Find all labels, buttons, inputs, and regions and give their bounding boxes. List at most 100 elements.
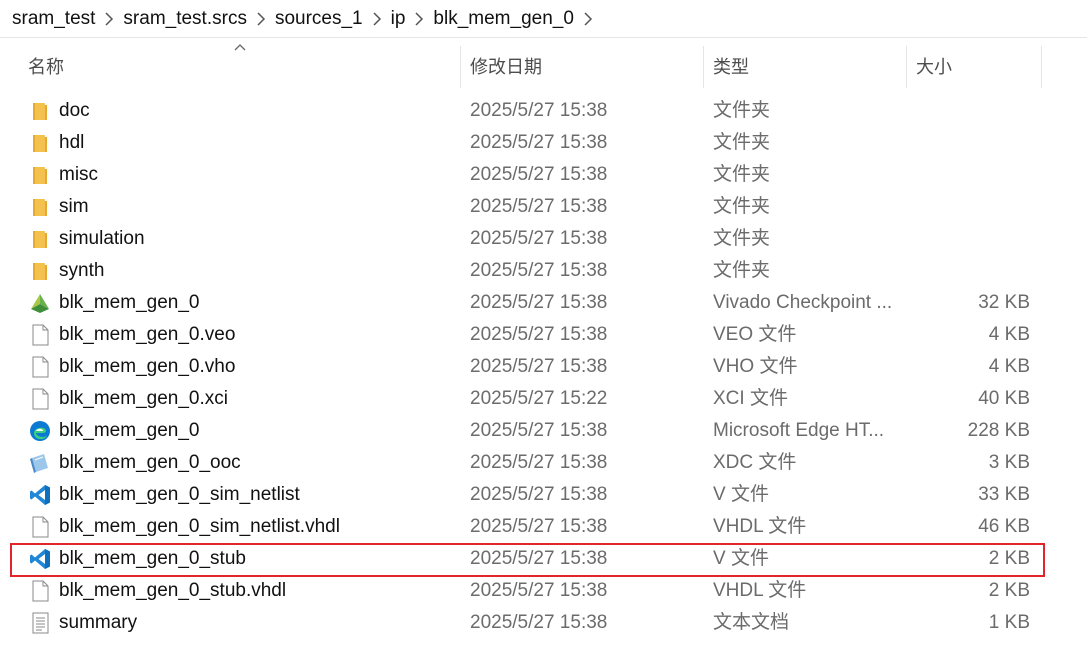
breadcrumb-item-sram-test-srcs[interactable]: sram_test.srcs: [123, 8, 247, 30]
file-date: 2025/5/27 15:38: [470, 132, 608, 153]
vscode-icon: [29, 484, 51, 506]
file-date: 2025/5/27 15:38: [470, 548, 608, 569]
file-name: simulation: [59, 228, 145, 249]
file-name: blk_mem_gen_0_stub.vhdl: [59, 580, 287, 601]
file-size: 33 KB: [978, 484, 1030, 505]
file-type: VHO 文件: [713, 356, 798, 377]
file-type: 文件夹: [713, 100, 771, 121]
file-type: VHDL 文件: [713, 580, 807, 601]
column-header-type[interactable]: 类型: [713, 44, 749, 90]
file-name: blk_mem_gen_0.veo: [59, 324, 236, 345]
sort-ascending-icon: [234, 44, 246, 51]
file-name: blk_mem_gen_0_stub: [59, 548, 246, 569]
file-icon: [29, 324, 51, 346]
column-header-size[interactable]: 大小: [916, 44, 952, 90]
file-type: XDC 文件: [713, 452, 797, 473]
file-date: 2025/5/27 15:38: [470, 324, 608, 345]
file-date: 2025/5/27 15:38: [470, 580, 608, 601]
file-type: 文件夹: [713, 228, 771, 249]
folder-icon: [29, 164, 51, 186]
column-divider[interactable]: [460, 46, 461, 88]
file-icon: [29, 388, 51, 410]
breadcrumb: sram_test sram_test.srcs sources_1 ip bl…: [0, 0, 1087, 38]
file-size: 46 KB: [978, 516, 1030, 537]
file-date: 2025/5/27 15:22: [470, 388, 608, 409]
file-name: doc: [59, 100, 90, 121]
folder-icon: [29, 196, 51, 218]
breadcrumb-item-blk-mem-gen-0[interactable]: blk_mem_gen_0: [433, 8, 573, 30]
file-row[interactable]: simulation 2025/5/27 15:38 文件夹: [0, 223, 1087, 255]
file-row[interactable]: blk_mem_gen_0.vho 2025/5/27 15:38 VHO 文件 4 …: [0, 351, 1087, 383]
file-name: misc: [59, 164, 99, 185]
file-name: blk_mem_gen_0_sim_netlist: [59, 484, 300, 505]
file-name: blk_mem_gen_0: [59, 420, 200, 441]
file-name: blk_mem_gen_0_sim_netlist.vhdl: [59, 516, 340, 537]
vivado-icon: [29, 292, 51, 314]
file-row[interactable]: blk_mem_gen_0 2025/5/27 15:38 Vivado Check…: [0, 287, 1087, 319]
file-type: 文件夹: [713, 196, 771, 217]
file-row[interactable]: hdl 2025/5/27 15:38 文件夹: [0, 127, 1087, 159]
file-type: VHDL 文件: [713, 516, 807, 537]
file-name: synth: [59, 260, 105, 281]
folder-icon: [29, 228, 51, 250]
file-row-highlighted[interactable]: blk_mem_gen_0_stub 2025/5/27 15:38 V 文件 2 K…: [0, 543, 1087, 575]
file-row[interactable]: synth 2025/5/27 15:38 文件夹: [0, 255, 1087, 287]
file-size: 40 KB: [978, 388, 1030, 409]
breadcrumb-item-ip[interactable]: ip: [391, 8, 406, 30]
file-type: 文件夹: [713, 164, 771, 185]
file-date: 2025/5/27 15:38: [470, 356, 608, 377]
file-type: 文件夹: [713, 132, 771, 153]
folder-icon: [29, 260, 51, 282]
file-name: blk_mem_gen_0_ooc: [59, 452, 241, 473]
file-name: blk_mem_gen_0.xci: [59, 388, 228, 409]
file-row[interactable]: blk_mem_gen_0_sim_netlist 2025/5/27 15:38…: [0, 479, 1087, 511]
chevron-right-icon[interactable]: [247, 11, 275, 26]
chevron-right-icon[interactable]: [363, 11, 391, 26]
file-size: 4 KB: [988, 324, 1030, 345]
file-type: VEO 文件: [713, 324, 797, 345]
file-row[interactable]: doc 2025/5/27 15:38 文件夹: [0, 95, 1087, 127]
file-row[interactable]: misc 2025/5/27 15:38 文件夹: [0, 159, 1087, 191]
chevron-right-icon[interactable]: [405, 11, 433, 26]
file-type: V 文件: [713, 548, 769, 569]
file-size: 228 KB: [967, 420, 1030, 441]
folder-icon: [29, 132, 51, 154]
file-type: Vivado Checkpoint ...: [713, 292, 893, 313]
file-size: 2 KB: [988, 580, 1030, 601]
file-date: 2025/5/27 15:38: [470, 228, 608, 249]
file-size: 3 KB: [988, 452, 1030, 473]
file-row[interactable]: blk_mem_gen_0_stub.vhdl 2025/5/27 15:38 VH…: [0, 575, 1087, 607]
file-name: blk_mem_gen_0.vho: [59, 356, 236, 377]
file-size: 1 KB: [988, 612, 1030, 633]
file-type: Microsoft Edge HT...: [713, 420, 885, 441]
chevron-right-icon[interactable]: [95, 11, 123, 26]
column-header-date[interactable]: 修改日期: [470, 44, 542, 90]
file-icon: [29, 580, 51, 602]
file-row[interactable]: blk_mem_gen_0.veo 2025/5/27 15:38 VEO 文件 4 …: [0, 319, 1087, 351]
file-row[interactable]: blk_mem_gen_0_sim_netlist.vhdl 2025/5/27 …: [0, 511, 1087, 543]
file-icon: [29, 516, 51, 538]
file-name: blk_mem_gen_0: [59, 292, 200, 313]
column-divider[interactable]: [703, 46, 704, 88]
breadcrumb-item-sources-1[interactable]: sources_1: [275, 8, 363, 30]
file-date: 2025/5/27 15:38: [470, 100, 608, 121]
file-name: hdl: [59, 132, 85, 153]
file-row[interactable]: blk_mem_gen_0.xci 2025/5/27 15:22 XCI 文件 40…: [0, 383, 1087, 415]
file-row[interactable]: blk_mem_gen_0_ooc 2025/5/27 15:38 XDC 文件 3 …: [0, 447, 1087, 479]
file-date: 2025/5/27 15:38: [470, 516, 608, 537]
file-type: XCI 文件: [713, 388, 788, 409]
chevron-right-icon[interactable]: [574, 11, 602, 26]
text-doc-icon: [29, 612, 51, 634]
file-row[interactable]: blk_mem_gen_0 2025/5/27 15:38 Microsoft Ed…: [0, 415, 1087, 447]
column-divider[interactable]: [1041, 46, 1042, 88]
column-header-name[interactable]: 名称: [28, 44, 64, 90]
file-name: summary: [59, 612, 138, 633]
file-name: sim: [59, 196, 89, 217]
column-divider[interactable]: [906, 46, 907, 88]
file-type: V 文件: [713, 484, 769, 505]
file-row[interactable]: sim 2025/5/27 15:38 文件夹: [0, 191, 1087, 223]
file-size: 32 KB: [978, 292, 1030, 313]
file-row[interactable]: summary 2025/5/27 15:38 文本文档 1 KB: [0, 607, 1087, 639]
file-date: 2025/5/27 15:38: [470, 484, 608, 505]
breadcrumb-item-sram-test[interactable]: sram_test: [12, 8, 95, 30]
